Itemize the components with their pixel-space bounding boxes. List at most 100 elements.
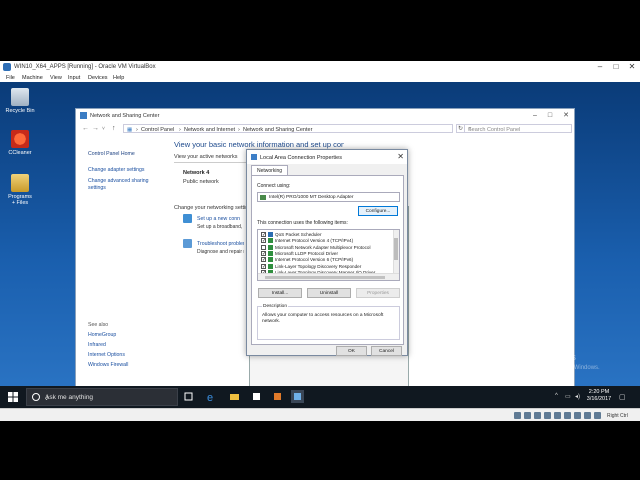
menu-help[interactable]: Help — [113, 75, 124, 81]
internet-options-link[interactable]: Internet Options — [88, 352, 125, 358]
clock[interactable]: 2:20 PM 3/16/2017 — [586, 389, 612, 403]
network-tray-icon[interactable]: ▭ — [565, 393, 571, 400]
windows-start-icon[interactable] — [8, 392, 18, 402]
task-view-icon[interactable] — [182, 390, 195, 403]
windows-firewall-link[interactable]: Windows Firewall — [88, 362, 128, 368]
component-label: Microsoft LLDP Protocol Driver — [275, 250, 338, 256]
audio-icon[interactable] — [534, 412, 541, 419]
networking-panel: Connect using: Intel(R) PRO/1000 MT Desk… — [251, 175, 404, 345]
mouse-integration-icon[interactable] — [594, 412, 601, 419]
component-checkbox[interactable]: ✓ — [261, 263, 266, 269]
network-adapter-icon — [251, 154, 257, 160]
component-icon — [268, 263, 273, 269]
close-icon[interactable]: ✕ — [397, 152, 404, 161]
address-bar-row: ← → ˅ ↑ ▦ › Control Panel › Network and … — [76, 122, 574, 135]
change-advanced-sharing-link[interactable]: Change advanced sharing settings — [88, 178, 158, 191]
activate-windows-title: Activate Windows — [505, 352, 577, 362]
taskbar-search-input[interactable]: Ask me anything ♪ — [26, 388, 178, 406]
troubleshoot-link[interactable]: Troubleshoot problems — [197, 241, 244, 247]
desktop-icon-programs-files[interactable]: Programs + Files — [3, 174, 37, 206]
cancel-button[interactable]: Cancel — [371, 346, 402, 356]
desktop-icon-label: CCleaner — [8, 150, 32, 156]
component-item[interactable]: Microsoft Network Adapter Multiplexor Pr… — [258, 244, 394, 251]
component-icon — [268, 232, 273, 237]
description-text: Allows your computer to access resources… — [262, 313, 384, 324]
component-checkbox[interactable]: ✓ — [261, 232, 266, 238]
component-checkbox[interactable]: ✓ — [261, 238, 266, 244]
menu-devices[interactable]: Devices — [88, 75, 108, 81]
virtualbox-title: WIN10_X64_APPS [Running] - Oracle VM Vir… — [14, 64, 156, 70]
microphone-icon[interactable]: ♪ — [45, 393, 170, 402]
close-icon[interactable]: ✕ — [624, 61, 640, 73]
search-icon: ⌕ — [468, 125, 472, 132]
minimize-icon[interactable]: – — [528, 109, 542, 122]
display-icon[interactable] — [574, 412, 581, 419]
network-name: Network 4 — [183, 170, 210, 176]
breadcrumb-network-sharing[interactable]: Network and Sharing Center — [243, 127, 312, 133]
component-item[interactable]: ✓ Internet Protocol Version 4 (TCP/IPv4) — [258, 237, 394, 244]
close-icon[interactable]: ✕ — [559, 109, 573, 122]
ok-button[interactable]: OK — [336, 346, 367, 356]
setup-connection-link[interactable]: Set up a new connection or network — [197, 216, 240, 222]
forward-arrow-icon[interactable]: → — [92, 125, 99, 132]
maximize-icon[interactable]: □ — [608, 61, 624, 73]
virtualbox-menu-bar: File Machine View Input Devices Help — [0, 73, 640, 82]
address-bar[interactable]: ▦ › Control Panel › Network and Internet… — [123, 124, 453, 133]
breadcrumb-network-internet[interactable]: Network and Internet — [184, 127, 235, 133]
component-item[interactable]: ✓ Microsoft LLDP Protocol Driver — [258, 250, 394, 257]
maximize-icon[interactable]: □ — [543, 109, 557, 122]
scrollbar-thumb[interactable] — [265, 275, 385, 279]
minimize-icon[interactable]: – — [592, 61, 608, 73]
change-adapter-settings-link[interactable]: Change adapter settings — [88, 167, 145, 173]
volume-icon[interactable]: ◂) — [575, 393, 580, 400]
menu-file[interactable]: File — [6, 75, 15, 81]
menu-input[interactable]: Input — [68, 75, 80, 81]
description-group: Description Allows your computer to acce… — [257, 304, 400, 340]
clock-date: 3/16/2017 — [586, 396, 612, 402]
hard-disk-icon[interactable] — [514, 412, 521, 419]
back-arrow-icon[interactable]: ← — [82, 125, 89, 132]
clock-time: 2:20 PM — [588, 389, 610, 395]
menu-machine[interactable]: Machine — [22, 75, 43, 81]
virtualbox-icon — [3, 63, 11, 71]
horizontal-scrollbar[interactable] — [258, 273, 399, 280]
uninstall-button[interactable]: Uninstall — [307, 288, 351, 298]
recycle-bin-icon — [11, 88, 29, 106]
optical-drive-icon[interactable] — [524, 412, 531, 419]
control-panel-taskbar-icon[interactable] — [291, 390, 304, 403]
app-icon[interactable] — [271, 390, 284, 403]
component-item[interactable]: ✓ Internet Protocol Version 6 (TCP/IPv6) — [258, 256, 394, 263]
component-checkbox[interactable]: ✓ — [261, 257, 266, 263]
chevron-down-icon[interactable]: ˅ — [102, 126, 105, 132]
component-checkbox[interactable] — [261, 244, 266, 250]
shared-folders-icon[interactable] — [564, 412, 571, 419]
file-explorer-icon[interactable] — [228, 390, 241, 403]
search-input[interactable]: Search Control Panel ⌕ — [464, 124, 572, 133]
component-checkbox[interactable]: ✓ — [261, 250, 266, 256]
components-list[interactable]: ✓Link-Layer Topology Discovery Mapper I/… — [257, 229, 400, 281]
breadcrumb-control-panel[interactable]: Control Panel — [141, 127, 174, 133]
configure-button[interactable]: Configure... — [358, 206, 398, 216]
host-key-label: Right Ctrl — [607, 412, 628, 419]
vertical-scrollbar[interactable] — [393, 230, 399, 274]
desktop-icon-ccleaner[interactable]: CCleaner — [3, 130, 37, 156]
control-panel-home-link[interactable]: Control Panel Home — [88, 151, 135, 157]
new-connection-icon — [183, 214, 192, 223]
component-item[interactable]: ✓ QoS Packet Scheduler — [258, 231, 394, 238]
menu-view[interactable]: View — [50, 75, 62, 81]
scrollbar-thumb[interactable] — [394, 238, 398, 260]
up-arrow-icon[interactable]: ↑ — [112, 125, 116, 132]
network-adapter-status-icon[interactable] — [544, 412, 551, 419]
usb-icon[interactable] — [554, 412, 561, 419]
video-capture-icon[interactable] — [584, 412, 591, 419]
desktop-icon-recycle-bin[interactable]: Recycle Bin — [3, 88, 37, 114]
properties-button[interactable]: Properties — [356, 288, 400, 298]
chevron-up-icon[interactable]: ^ — [555, 393, 558, 399]
component-item[interactable]: ✓ Link-Layer Topology Discovery Responder — [258, 263, 394, 270]
homegroup-link[interactable]: HomeGroup — [88, 332, 116, 338]
notifications-icon[interactable]: ▢ — [619, 393, 626, 401]
install-button[interactable]: Install... — [258, 288, 302, 298]
edge-icon[interactable]: e — [205, 390, 218, 404]
infrared-link[interactable]: Infrared — [88, 342, 106, 348]
store-icon[interactable] — [250, 390, 263, 403]
